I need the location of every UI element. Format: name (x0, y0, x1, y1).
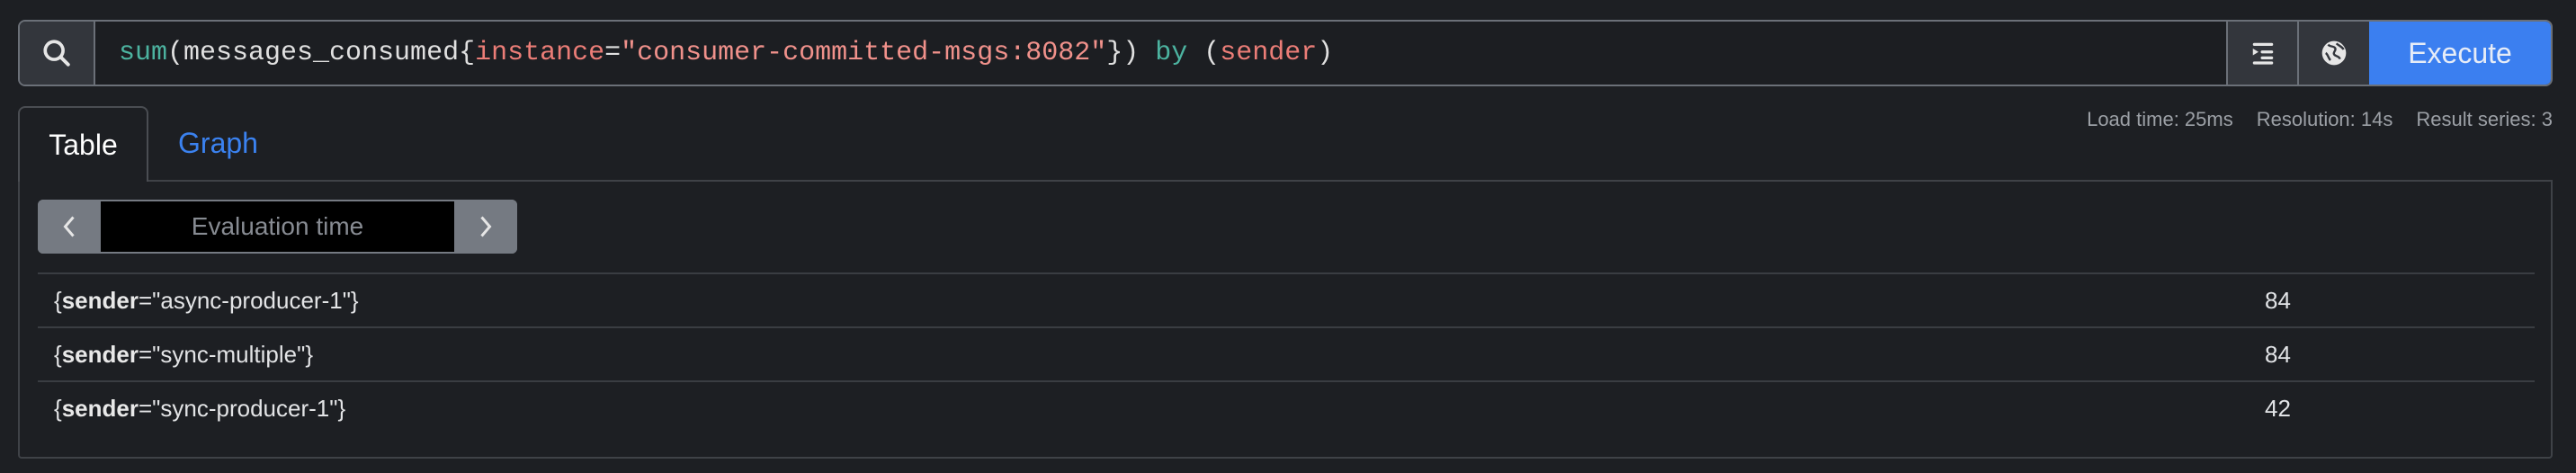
series-value: 84 (2265, 340, 2291, 368)
table-row: {sender="async-producer-1"} 84 (38, 272, 2535, 326)
globe-icon (2321, 40, 2347, 66)
format-expression-button[interactable] (2226, 22, 2297, 85)
expression-token-plain: }) (1106, 38, 1156, 68)
chevron-right-icon (480, 216, 492, 237)
expression-token-plain: = (604, 38, 622, 68)
expression-token-label: instance (475, 38, 605, 68)
table-row: {sender="sync-multiple"} 84 (38, 326, 2535, 380)
expression-token-str: "consumer-committed-msgs:8082" (621, 38, 1107, 68)
expression-token-plain: ) (1317, 38, 1334, 68)
series-labels: {sender="sync-multiple"} (54, 340, 314, 368)
series-labels: {sender="async-producer-1"} (54, 286, 359, 314)
evaluation-time-picker: Evaluation time (38, 200, 517, 254)
result-series: Result series: 3 (2416, 108, 2553, 130)
next-time-button[interactable] (454, 200, 517, 254)
resolution: Resolution: 14s (2256, 108, 2393, 130)
query-bar: sum (messages_consumed{instance = "consumer… (18, 20, 2553, 86)
expression-token-label: sender (1220, 38, 1318, 68)
expression-input[interactable]: sum (messages_consumed{instance = "consumer… (95, 22, 2226, 85)
previous-time-button[interactable] (38, 200, 101, 254)
search-icon-box (20, 22, 95, 85)
expression-token-plain: ( (1187, 38, 1221, 68)
metrics-explorer-button[interactable] (2297, 22, 2369, 85)
format-expression-icon (2252, 42, 2273, 65)
series-value: 42 (2265, 394, 2291, 422)
chevron-left-icon (63, 216, 75, 237)
expression-token-fn: sum (119, 38, 168, 68)
results-table: {sender="async-producer-1"} 84 {sender="… (38, 272, 2535, 434)
expression-token-kw: by (1155, 38, 1188, 68)
expression-token-plain: (messages_consumed{ (167, 38, 476, 68)
search-icon (43, 40, 70, 67)
series-labels: {sender="sync-producer-1"} (54, 394, 346, 422)
tab-graph[interactable]: Graph (148, 106, 288, 180)
evaluation-time-input[interactable]: Evaluation time (101, 201, 454, 252)
execute-button[interactable]: Execute (2369, 22, 2551, 85)
table-row: {sender="sync-producer-1"} 42 (38, 380, 2535, 434)
tab-table[interactable]: Table (18, 106, 148, 182)
series-value: 84 (2265, 286, 2291, 314)
query-stats: Load time: 25ms Resolution: 14s Result s… (2087, 108, 2553, 131)
load-time: Load time: 25ms (2087, 108, 2233, 130)
view-tabs: Table Graph (18, 106, 288, 182)
